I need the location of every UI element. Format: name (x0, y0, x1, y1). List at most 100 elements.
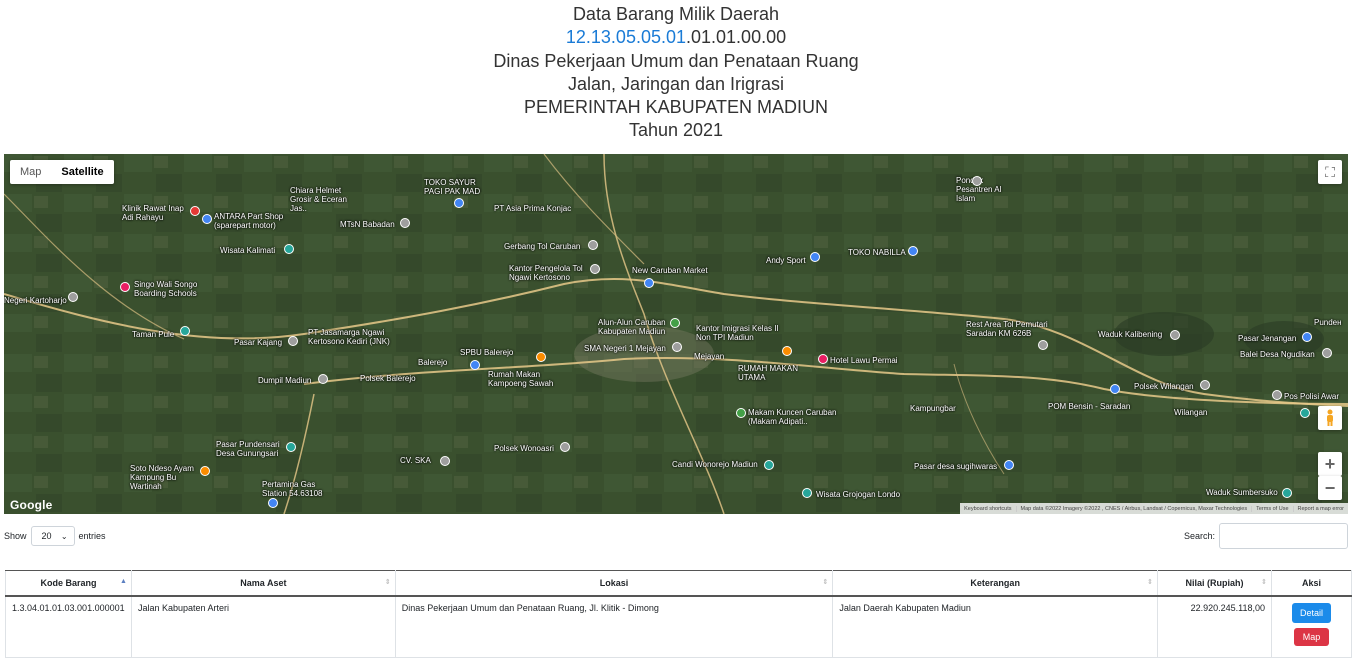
entries-select[interactable]: 20 ⌄ (30, 526, 75, 546)
map-label[interactable]: Singo Wali Songo Boarding Schools (134, 280, 214, 298)
map-label[interactable]: Rest Area Tol Pemutari Saradan KM 626B (966, 320, 1056, 338)
map-label[interactable]: Pos Polisi Awar (1284, 392, 1339, 401)
map-label[interactable]: Kampungbar (910, 404, 956, 413)
map-pin[interactable] (318, 374, 328, 384)
map-label[interactable]: Wisata Grojogan Londo (816, 490, 900, 499)
terms-of-use-link[interactable]: Terms of Use (1251, 505, 1292, 512)
keyboard-shortcuts-link[interactable]: Keyboard shortcuts (960, 506, 1015, 512)
map-label[interactable]: Klinik Rawat Inap Adi Rahayu (122, 204, 187, 222)
map-pin[interactable] (470, 360, 480, 370)
map-pin[interactable] (440, 456, 450, 466)
map-label[interactable]: Negeri Kartoharjo (4, 296, 67, 305)
map-label[interactable]: Polsek Balerejo (360, 374, 416, 383)
header-code-link[interactable]: 12.13.05.05.01 (566, 27, 686, 47)
map-pin[interactable] (908, 246, 918, 256)
map-pin[interactable] (286, 442, 296, 452)
map-label[interactable]: New Caruban Market (632, 266, 708, 275)
zoom-in-button[interactable]: + (1318, 452, 1342, 476)
map-type-satellite-button[interactable]: Satellite (51, 160, 113, 184)
map-label[interactable]: Rumah Makan Kampoeng Sawah (488, 370, 558, 388)
map-label[interactable]: Pertamina Gas Station 54.63108 (262, 480, 332, 498)
map-label[interactable]: Waduk Kalibening (1098, 330, 1162, 339)
map-label[interactable]: Balerejo (418, 358, 447, 367)
map-pin[interactable] (1110, 384, 1120, 394)
map-label[interactable]: Pondok Pesantren Al Islam (956, 176, 1021, 203)
map-label[interactable]: Pasar Kajang (234, 338, 282, 347)
map-pin[interactable] (68, 292, 78, 302)
map-pin[interactable] (1300, 408, 1310, 418)
map-label[interactable]: RUMAH MAKAN UTAMA (738, 364, 803, 382)
map-pin[interactable] (736, 408, 746, 418)
map-label[interactable]: Pasar Jenangan (1238, 334, 1296, 343)
map-button[interactable]: Map (1293, 627, 1330, 646)
map-label[interactable]: PT Asia Prima Konjac (494, 204, 571, 213)
map-pin[interactable] (764, 460, 774, 470)
map-pin[interactable] (454, 198, 464, 208)
fullscreen-icon[interactable]: ⛶ (1318, 160, 1342, 184)
map-label[interactable]: Candi Wonorejo Madiun (672, 460, 758, 469)
map-label[interactable]: Kantor Imigrasi Kelas II Non TPI Madiun (696, 324, 786, 342)
map-label[interactable]: PT Jasamarga Ngawi Kertosono Kediri (JNK… (308, 328, 398, 346)
map-pin[interactable] (268, 498, 278, 508)
map-label[interactable]: Waduk Sumbersuko (1206, 488, 1278, 497)
map-pin[interactable] (644, 278, 654, 288)
map-pin[interactable] (1170, 330, 1180, 340)
map-pin[interactable] (120, 282, 130, 292)
map-pin[interactable] (284, 244, 294, 254)
map-label[interactable]: Mejayan (694, 352, 724, 361)
map-pin[interactable] (1282, 488, 1292, 498)
map-pin[interactable] (200, 466, 210, 476)
map-label[interactable]: CV. SKA (400, 456, 431, 465)
map-label[interactable]: Chiara Helmet Grosir & Eceran Jas.. (290, 186, 360, 213)
map-label[interactable]: Pasar desa sugihwaras (914, 462, 997, 471)
detail-button[interactable]: Detail (1291, 602, 1331, 623)
report-map-error-link[interactable]: Report a map error (1292, 505, 1348, 512)
map-pin[interactable] (288, 336, 298, 346)
map-label[interactable]: Soto Ndeso Ayam Kampung Bu Wartinah (130, 464, 210, 491)
column-header-keterangan[interactable]: Keterangan ⇕ (832, 570, 1159, 597)
map-label[interactable]: SPBU Balerejo (460, 348, 513, 357)
map-pin[interactable] (1004, 460, 1014, 470)
map-label[interactable]: Alun-Alun Caruban Kabupaten Madiun (598, 318, 678, 336)
map-label[interactable]: SMA Negeri 1 Mejayan (584, 344, 666, 353)
map-label[interactable]: Wilangan (1174, 408, 1207, 417)
map-label[interactable]: POM Bensin - Saradan (1048, 402, 1130, 411)
map-pin[interactable] (400, 218, 410, 228)
map-pin[interactable] (672, 342, 682, 352)
map-pin[interactable] (1200, 380, 1210, 390)
map-pin[interactable] (670, 318, 680, 328)
map-pin[interactable] (1302, 332, 1312, 342)
map-pin[interactable] (782, 346, 792, 356)
map-type-map-button[interactable]: Map (10, 160, 51, 184)
map-label[interactable]: TOKO NABILLA (848, 248, 906, 257)
map-label[interactable]: Makam Kuncen Caruban (Makam Adipati.. (748, 408, 848, 426)
column-header-kode[interactable]: Kode Barang ▲ (5, 570, 132, 597)
map-label[interactable]: Pundeн (1314, 318, 1342, 327)
street-view-pegman-icon[interactable] (1318, 406, 1342, 430)
map-pin[interactable] (802, 488, 812, 498)
column-header-lokasi[interactable]: Lokasi ⇕ (394, 570, 834, 597)
map-label[interactable]: Taman Pule (132, 330, 174, 339)
map-label[interactable]: Andy Sport (766, 256, 806, 265)
map-pin[interactable] (1272, 390, 1282, 400)
column-header-nama[interactable]: Nama Aset ⇕ (130, 570, 396, 597)
map-pin[interactable] (818, 354, 828, 364)
map-pin[interactable] (590, 264, 600, 274)
map-pin[interactable] (560, 442, 570, 452)
column-header-nilai[interactable]: Nilai (Rupiah) ⇕ (1157, 570, 1272, 597)
map-pin[interactable] (180, 326, 190, 336)
map-pin[interactable] (190, 206, 200, 216)
map-label[interactable]: Hotel Lawu Permai (830, 356, 898, 365)
map-pin[interactable] (810, 252, 820, 262)
map-pin[interactable] (1038, 340, 1048, 350)
map-label[interactable]: Polsek Wilangan (1134, 382, 1194, 391)
map-pin[interactable] (972, 176, 982, 186)
satellite-map[interactable]: Map Satellite ⛶ + − Google Keyboard shor… (4, 154, 1348, 514)
map-label[interactable]: Polsek Wonoasri (494, 444, 554, 453)
map-label[interactable]: Wisata Kalimati (220, 246, 275, 255)
search-input[interactable] (1219, 523, 1349, 549)
map-label[interactable]: Gerbang Tol Caruban (504, 242, 580, 251)
map-pin[interactable] (1322, 348, 1332, 358)
map-label[interactable]: Kantor Pengelola Tol Ngawi Kertosono (509, 264, 589, 282)
map-label[interactable]: TOKO SAYUR PAGI PAK MAD (424, 178, 484, 196)
